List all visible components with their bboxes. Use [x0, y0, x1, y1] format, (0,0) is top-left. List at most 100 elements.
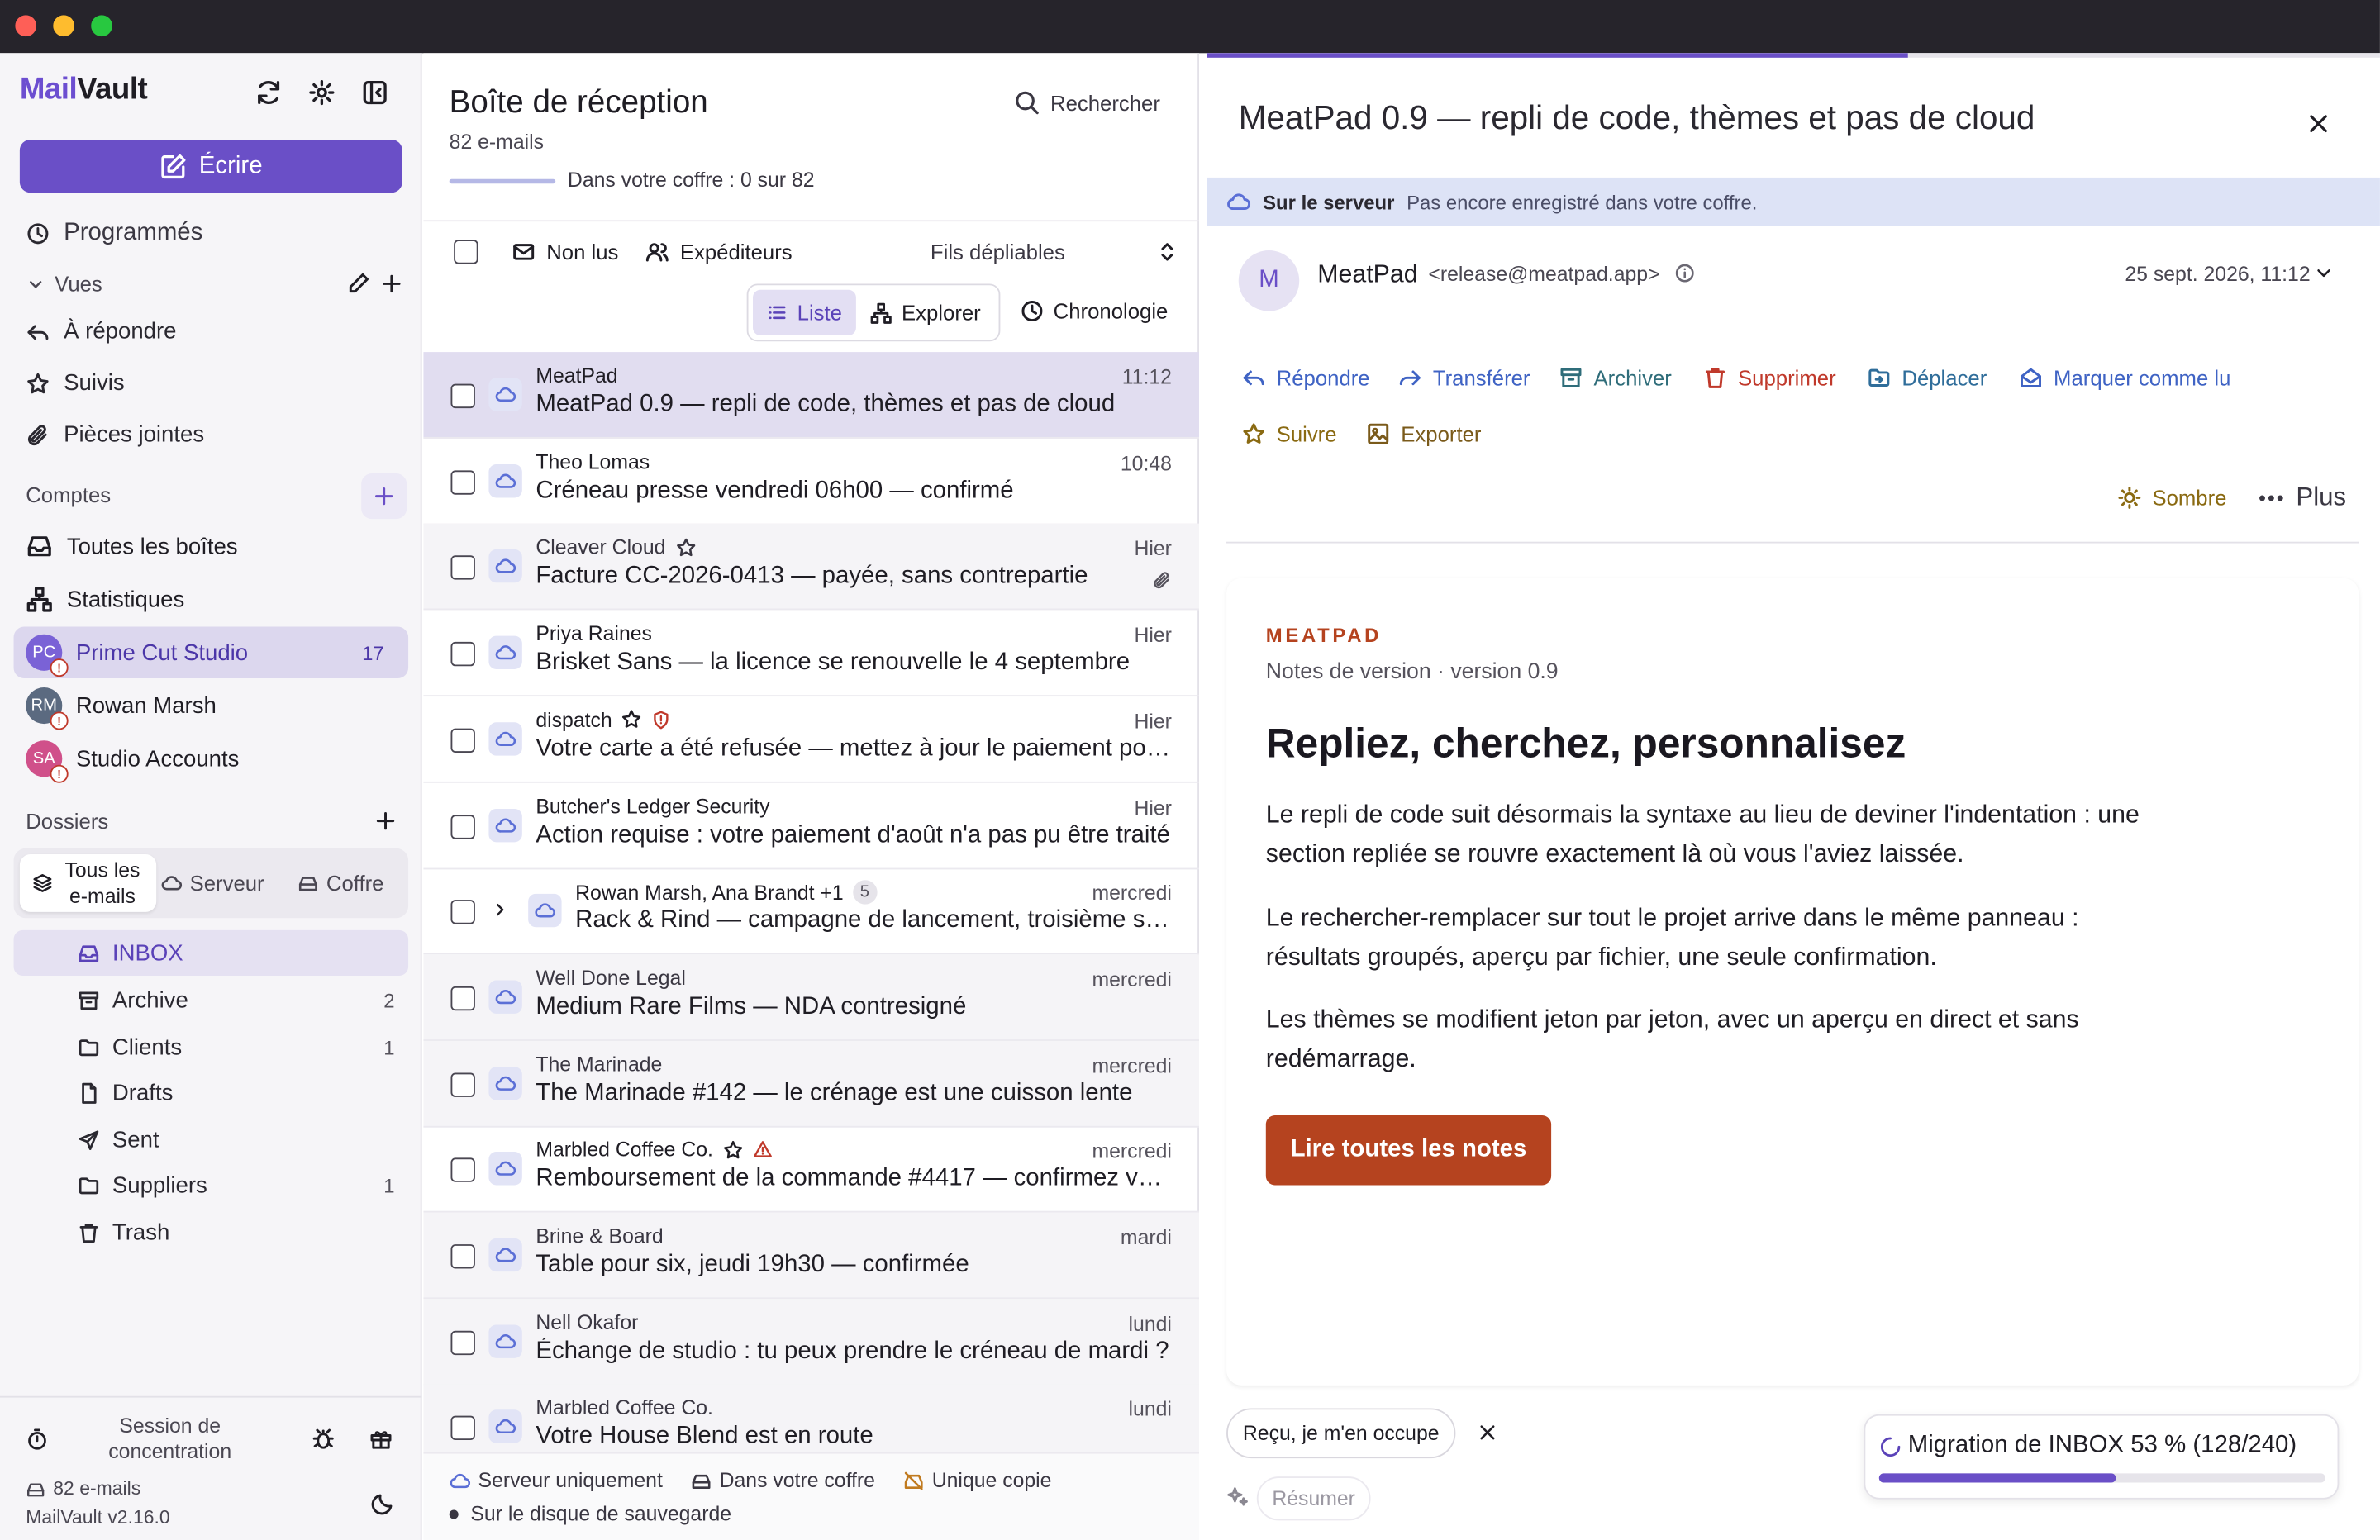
row-checkbox[interactable] — [450, 1416, 475, 1441]
email-row[interactable]: Cleaver Cloud Facture CC-2026-0413 — payé… — [423, 524, 1199, 611]
edit-views-icon[interactable] — [346, 272, 370, 296]
star-icon[interactable] — [621, 709, 643, 730]
views-header[interactable]: Vues — [26, 272, 102, 296]
email-row[interactable]: dispatch Votre carte a été refusée — mett… — [423, 696, 1199, 783]
folder-sent[interactable]: Sent — [14, 1117, 409, 1162]
info-icon[interactable] — [1674, 263, 1696, 284]
bug-icon[interactable] — [312, 1426, 336, 1450]
folder-trash[interactable]: Trash — [14, 1210, 409, 1255]
filter-unread[interactable]: Non lus — [512, 240, 618, 264]
row-checkbox[interactable] — [450, 1330, 475, 1355]
legend-label: Sur le disque de sauvegarde — [470, 1502, 732, 1525]
email-row[interactable]: MeatPad MeatPad 0.9 — repli de code, thèm… — [423, 352, 1199, 439]
email-sender: Well Done Legal — [536, 966, 686, 990]
row-checkbox[interactable] — [450, 383, 475, 409]
row-checkbox[interactable] — [450, 814, 475, 839]
star-icon[interactable] — [674, 537, 696, 558]
archive-button[interactable]: Archiver — [1559, 366, 1672, 390]
quick-reply-chip[interactable]: Reçu, je m'en occupe — [1226, 1408, 1456, 1459]
add-account-button[interactable] — [361, 473, 407, 520]
email-row[interactable]: Butcher's Ledger Security Action requise … — [423, 782, 1199, 869]
email-row[interactable]: The Marinade The Marinade #142 — le créna… — [423, 1040, 1199, 1127]
threads-select[interactable]: Fils dépliables — [931, 240, 1065, 264]
dark-mode-button[interactable]: Sombre — [2117, 486, 2226, 510]
forward-button[interactable]: Transférer — [1398, 366, 1530, 390]
add-folder-icon[interactable] — [374, 809, 397, 833]
expand-thread-icon[interactable] — [490, 901, 510, 920]
row-checkbox[interactable] — [450, 555, 475, 581]
reply-button[interactable]: Répondre — [1241, 366, 1370, 390]
folder-inbox[interactable]: INBOX — [13, 929, 409, 976]
dismiss-quick-reply-icon[interactable] — [1477, 1422, 1498, 1443]
email-row[interactable]: Priya Raines Brisket Sans — la licence se… — [423, 611, 1199, 697]
body-paragraph: Le rechercher-remplacer sur tout le proj… — [1265, 904, 2079, 972]
row-checkbox[interactable] — [450, 1244, 475, 1269]
chevron-down-icon[interactable] — [2313, 263, 2335, 284]
email-time: mercredi — [1092, 967, 1172, 991]
close-icon[interactable] — [2306, 111, 2331, 136]
view-explore-button[interactable]: Explorer — [869, 290, 981, 335]
segment-server[interactable]: Serveur — [161, 848, 264, 918]
row-checkbox[interactable] — [450, 900, 475, 924]
row-checkbox[interactable] — [450, 1157, 475, 1183]
search-button[interactable]: Rechercher — [1014, 89, 1160, 115]
account-prime-cut-studio[interactable]: PC! Prime Cut Studio 17 — [13, 626, 409, 679]
sender-name[interactable]: MeatPad — [1317, 261, 1417, 290]
folder-clients[interactable]: Clients 1 — [14, 1024, 409, 1070]
select-all-checkbox[interactable] — [454, 240, 478, 264]
mark-read-button[interactable]: Marquer comme lu — [2019, 366, 2230, 390]
focus-session-label[interactable]: Session de concentration — [94, 1413, 246, 1464]
chevron-down-icon — [29, 280, 42, 288]
export-button[interactable]: Exporter — [1366, 422, 1481, 446]
row-checkbox[interactable] — [450, 986, 475, 1011]
timer-icon[interactable] — [26, 1428, 49, 1451]
row-checkbox[interactable] — [450, 469, 475, 495]
email-row[interactable]: Nell Okafor Échange de studio : tu peux p… — [423, 1298, 1199, 1386]
all-mailboxes-item[interactable]: Toutes les boîtes — [14, 520, 409, 572]
email-row[interactable]: Well Done Legal Medium Rare Films — NDA c… — [423, 954, 1199, 1041]
account-studio-accounts[interactable]: SA! Studio Accounts — [14, 733, 409, 784]
sender-email[interactable]: <release@meatpad.app> — [1428, 263, 1659, 286]
delete-button[interactable]: Supprimer — [1703, 366, 1836, 390]
filter-senders[interactable]: Expéditeurs — [645, 240, 793, 264]
summarize-button[interactable]: Résumer — [1256, 1476, 1371, 1521]
email-row[interactable]: Theo Lomas Créneau presse vendredi 06h00 … — [423, 438, 1199, 525]
compose-button[interactable]: Écrire — [19, 139, 402, 193]
row-checkbox[interactable] — [450, 642, 475, 667]
folder-drafts[interactable]: Drafts — [14, 1070, 409, 1115]
moon-icon[interactable] — [370, 1491, 394, 1515]
email-row[interactable]: Rowan Marsh, Ana Brandt +1 5 Rack & Rind —… — [423, 868, 1199, 955]
settings-gear-icon[interactable] — [308, 79, 336, 107]
segment-vault[interactable]: Coffre — [298, 848, 383, 918]
folder-suppliers[interactable]: Suppliers 1 — [14, 1162, 409, 1208]
body-paragraph: Le repli de code suit désormais la synta… — [1265, 801, 2140, 868]
chevron-updown-icon[interactable] — [1155, 240, 1179, 264]
star-icon[interactable] — [722, 1139, 744, 1161]
view-timeline-button[interactable]: Chronologie — [1020, 299, 1168, 323]
row-checkbox[interactable] — [450, 1072, 475, 1097]
move-button[interactable]: Déplacer — [1867, 366, 1987, 390]
collapse-sidebar-icon[interactable] — [361, 79, 388, 107]
add-view-icon[interactable] — [379, 272, 403, 296]
account-rowan-marsh[interactable]: RM! Rowan Marsh — [14, 680, 409, 731]
segment-all[interactable]: Tous les e-mails — [19, 854, 157, 912]
more-button[interactable]: ••• Plus — [2259, 482, 2346, 513]
scheduled-item[interactable]: Programmés — [26, 220, 202, 247]
view-item-followed[interactable]: Suivis — [26, 370, 125, 396]
read-all-notes-button[interactable]: Lire toutes les notes — [1265, 1115, 1552, 1186]
follow-button[interactable]: Suivre — [1241, 422, 1337, 446]
view-list-button[interactable]: Liste — [753, 289, 856, 335]
view-item-attachments[interactable]: Pièces jointes — [26, 422, 204, 448]
zoom-window-button[interactable] — [91, 15, 112, 37]
gift-icon[interactable] — [369, 1426, 393, 1450]
statistics-item[interactable]: Statistiques — [14, 573, 409, 625]
refresh-icon[interactable] — [255, 79, 283, 107]
email-row[interactable]: Brine & Board Table pour six, jeudi 19h30… — [423, 1212, 1199, 1300]
email-count: 82 e-mails — [449, 130, 545, 154]
close-window-button[interactable] — [15, 15, 37, 37]
view-item-reply[interactable]: À répondre — [26, 319, 176, 345]
minimize-window-button[interactable] — [53, 15, 74, 37]
folder-archive[interactable]: Archive 2 — [14, 977, 409, 1023]
row-checkbox[interactable] — [450, 728, 475, 753]
email-row[interactable]: Marbled Coffee Co. Remboursement de la co… — [423, 1126, 1199, 1214]
